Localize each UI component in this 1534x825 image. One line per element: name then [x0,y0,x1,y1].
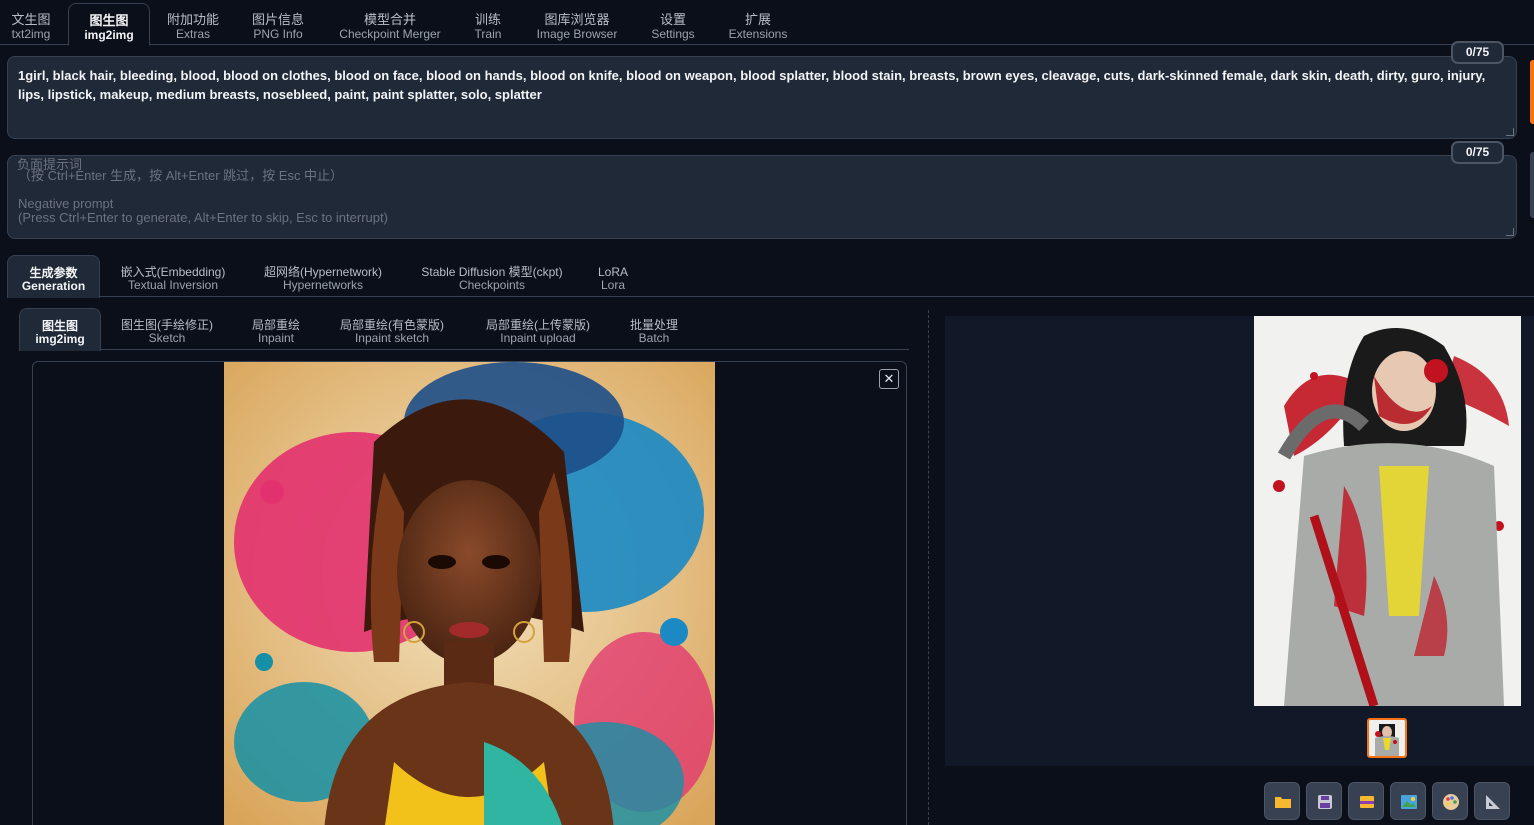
tab-label-zh: 图生图 [89,13,129,28]
tab-img2img[interactable]: 图生图 img2img [68,3,150,46]
tab-label-en: Settings [651,27,695,41]
tab-img2img-mode[interactable]: 图生图 img2img [19,308,101,351]
resize-handle[interactable] [1506,128,1514,136]
tab-label-en: PNG Info [253,27,303,41]
tab-label-zh: 图片信息 [251,12,304,27]
tab-settings[interactable]: 设置 Settings [644,3,702,45]
tab-inpaint-sketch[interactable]: 局部重绘(有色蒙版) Inpaint sketch [329,308,455,350]
input-image [224,362,715,825]
zip-icon [1360,796,1374,808]
tab-label-zh: 附加功能 [166,12,219,27]
tab-label-zh: 模型合并 [363,12,416,27]
prompt-text[interactable]: 1girl, black hair, bleeding, blood, bloo… [18,66,1488,104]
save-button[interactable] [1306,782,1342,820]
negative-placeholder-zh: （按 Ctrl+Enter 生成，按 Alt+Enter 跳过，按 Esc 中止… [18,168,344,183]
tab-label-en: Extensions [728,27,788,41]
send-to-extras-button[interactable] [1474,782,1510,820]
img2img-mode-tab-bar: 图生图 img2img 图生图(手绘修正) Sketch 局部重绘 Inpain… [19,308,909,351]
tab-label-en: Inpaint sketch [354,331,430,345]
tab-label-zh: 设置 [659,12,686,27]
send-to-img2img-button[interactable] [1390,782,1426,820]
tab-label-en: Textual Inversion [127,278,219,292]
tab-inpaint-upload[interactable]: 局部重绘(上传蒙版) Inpaint upload [475,308,601,350]
generate-button-edge[interactable] [1530,60,1534,124]
image-icon [1401,795,1417,809]
tab-checkpoints[interactable]: Stable Diffusion 模型(ckpt) Checkpoints [411,255,573,297]
negative-prompt-textarea[interactable]: 负面提示词 （按 Ctrl+Enter 生成，按 Alt+Enter 跳过，按 … [7,155,1517,239]
tab-label-en: Sketch [148,331,186,345]
tab-txt2img[interactable]: 文生图 txt2img [0,3,62,45]
tab-label-en: txt2img [11,27,51,41]
close-icon[interactable]: ✕ [879,369,899,389]
tab-label-en: Extras [175,27,210,41]
ruler-icon [1486,795,1500,809]
tab-label-zh: 扩展 [744,12,771,27]
side-button-edge[interactable] [1530,180,1534,218]
tab-generation[interactable]: 生成参数 Generation [7,255,100,298]
send-to-inpaint-button[interactable] [1432,782,1468,820]
folder-icon [1275,797,1291,808]
negative-placeholder-en-1: Negative prompt [18,196,114,211]
resize-handle[interactable] [1506,228,1514,236]
tab-sketch[interactable]: 图生图(手绘修正) Sketch [111,308,223,350]
tab-label-en: img2img [84,28,134,42]
tab-label-en: Batch [638,331,670,345]
negative-placeholder-en-2: (Press Ctrl+Enter to generate, Alt+Enter… [18,210,388,225]
tab-batch[interactable]: 批量处理 Batch [619,308,689,350]
input-image-dropzone[interactable] [32,361,907,825]
tab-label-en: Lora [600,278,626,292]
open-folder-button[interactable] [1264,782,1300,820]
tab-label-en: Train [474,27,502,41]
panel-divider [928,310,929,825]
section-tab-bar: 生成参数 Generation 嵌入式(Embedding) Textual I… [7,255,1534,298]
negative-token-counter: 0/75 [1451,141,1504,164]
tab-label-en: img2img [35,332,85,346]
tab-label-en: Checkpoint Merger [339,27,441,41]
tab-extras[interactable]: 附加功能 Extras [158,3,228,45]
palette-icon [1443,794,1459,810]
tab-label-zh: 文生图 [11,12,51,27]
tab-hypernetworks[interactable]: 超网络(Hypernetwork) Hypernetworks [251,255,395,297]
tab-extensions[interactable]: 扩展 Extensions [722,3,794,45]
tab-label-en: Generation [21,279,86,293]
tab-label-en: Checkpoints [458,278,526,292]
tab-train[interactable]: 训练 Train [466,3,510,45]
gallery-thumbnail[interactable] [1367,718,1407,758]
prompt-textarea[interactable]: 1girl, black hair, bleeding, blood, bloo… [7,56,1517,139]
save-icon [1318,795,1332,809]
tab-label-en: Inpaint [257,331,295,345]
tab-image-browser[interactable]: 图库浏览器 Image Browser [528,3,626,45]
tab-label-en: Inpaint upload [500,331,576,345]
tab-png-info[interactable]: 图片信息 PNG Info [244,3,312,45]
prompt-token-counter: 0/75 [1451,41,1504,64]
tab-label-en: Image Browser [536,27,618,41]
tab-label-en: Hypernetworks [282,278,364,292]
tab-inpaint[interactable]: 局部重绘 Inpaint [241,308,311,350]
zip-button[interactable] [1348,782,1384,820]
top-tab-bar: 文生图 txt2img 图生图 img2img 附加功能 Extras 图片信息… [0,0,1534,46]
tab-textual-inversion[interactable]: 嵌入式(Embedding) Textual Inversion [110,255,236,297]
output-image[interactable] [1254,316,1521,706]
output-gallery [945,316,1534,766]
thumbnail-image [1369,720,1405,756]
tab-label-zh: 图库浏览器 [544,12,610,27]
tab-label-zh: 训练 [474,12,501,27]
tab-checkpoint-merger[interactable]: 模型合并 Checkpoint Merger [330,3,450,45]
tab-lora[interactable]: LoRA Lora [587,255,639,297]
